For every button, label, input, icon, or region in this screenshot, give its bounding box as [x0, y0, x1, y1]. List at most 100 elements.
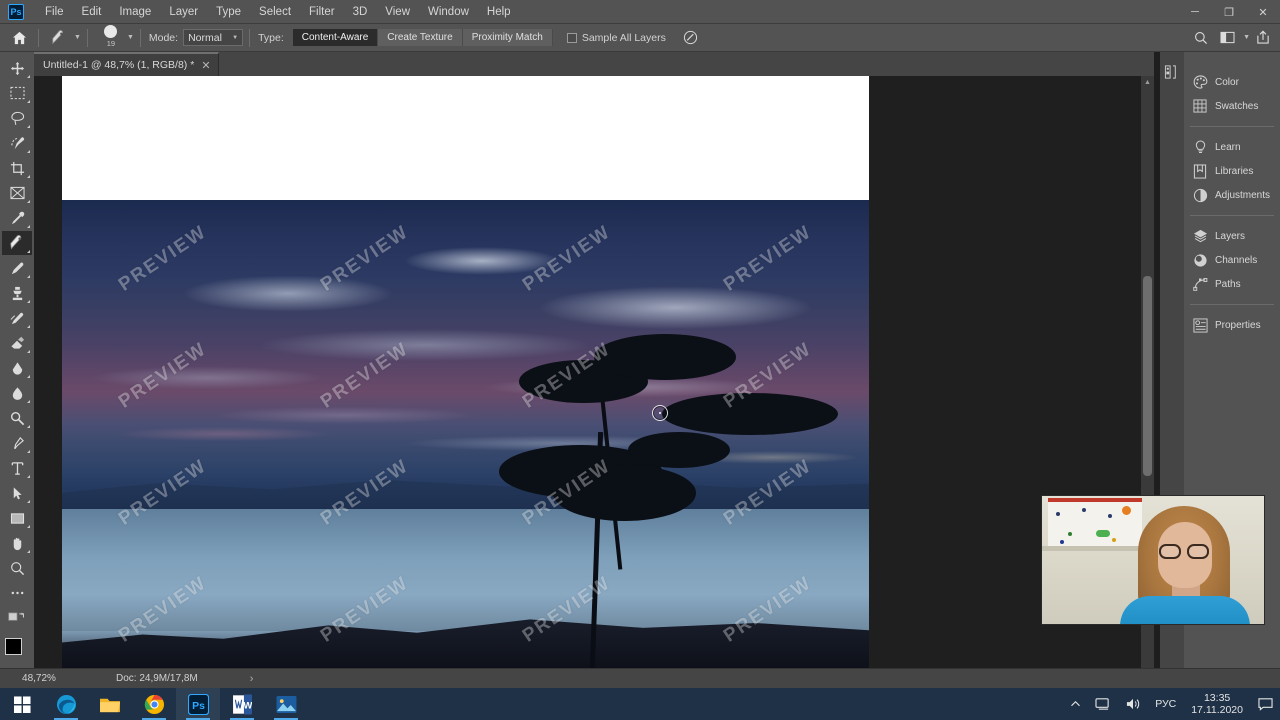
panel-layers[interactable]: Layers — [1184, 224, 1280, 248]
menu-help[interactable]: Help — [478, 2, 520, 22]
menu-file[interactable]: File — [36, 2, 73, 22]
notification-icon[interactable] — [1251, 697, 1280, 711]
sample-all-layers-checkbox[interactable]: Sample All Layers — [566, 32, 666, 44]
swatches-panel-icon — [1192, 98, 1208, 114]
document-image[interactable]: PREVIEW PREVIEW PREVIEW PREVIEW PREVIEW … — [62, 200, 869, 668]
window-controls: ─ ❐ ✕ — [1178, 0, 1280, 24]
panel-learn[interactable]: Learn — [1184, 135, 1280, 159]
panel-adjustments[interactable]: Adjustments — [1184, 183, 1280, 207]
pressure-for-size-icon[interactable] — [678, 27, 704, 49]
menu-select[interactable]: Select — [250, 2, 300, 22]
menu-type[interactable]: Type — [207, 2, 250, 22]
close-icon[interactable]: ✕ — [201, 59, 210, 72]
type-tool[interactable] — [2, 456, 32, 480]
minimize-button[interactable]: ─ — [1178, 0, 1212, 24]
menu-filter[interactable]: Filter — [300, 2, 344, 22]
webcam-person-shirt — [1120, 596, 1250, 624]
scroll-up-icon[interactable]: ▲ — [1141, 76, 1154, 88]
panel-paths[interactable]: Paths — [1184, 272, 1280, 296]
tool-more-corner-icon — [27, 75, 30, 78]
type-proximity-match-button[interactable]: Proximity Match — [462, 29, 553, 46]
color-swatches[interactable] — [3, 637, 31, 665]
eyedropper-tool[interactable] — [2, 206, 32, 230]
spot-healing-brush-tool[interactable] — [2, 231, 32, 255]
zoom-level[interactable]: 48,72% — [0, 673, 78, 684]
volume-icon[interactable] — [1118, 697, 1148, 711]
menu-layer[interactable]: Layer — [160, 2, 207, 22]
start-button[interactable] — [0, 688, 44, 720]
layers-panel-icon — [1192, 228, 1208, 244]
taskbar-file-explorer[interactable] — [88, 688, 132, 720]
menu-edit[interactable]: Edit — [73, 2, 111, 22]
menu-view[interactable]: View — [376, 2, 419, 22]
quick-mask-toggle[interactable] — [2, 606, 32, 630]
blur-tool[interactable] — [2, 381, 32, 405]
language-indicator[interactable]: РУС — [1148, 698, 1183, 710]
rectangular-marquee-tool[interactable] — [2, 81, 32, 105]
canvas-area[interactable]: PREVIEW PREVIEW PREVIEW PREVIEW PREVIEW … — [34, 76, 1154, 668]
share-icon[interactable] — [1250, 27, 1276, 49]
network-icon[interactable] — [1088, 697, 1118, 711]
collapsed-panel-icon[interactable] — [1164, 64, 1180, 85]
menu-image[interactable]: Image — [110, 2, 160, 22]
document-tab[interactable]: Untitled-1 @ 48,7% (1, RGB/8) * ✕ — [34, 52, 219, 76]
chevron-up-icon[interactable] — [1063, 700, 1088, 708]
rectangle-tool[interactable] — [2, 506, 32, 530]
foreground-color-swatch[interactable] — [5, 638, 22, 655]
spot-healing-brush-icon[interactable] — [45, 27, 71, 49]
pen-tool[interactable] — [2, 431, 32, 455]
taskbar-photoshop[interactable]: Ps — [176, 688, 220, 720]
menu-3d[interactable]: 3D — [344, 2, 377, 22]
search-icon[interactable] — [1188, 27, 1214, 49]
vertical-scroll-thumb[interactable] — [1143, 276, 1152, 476]
panel-color[interactable]: Color — [1184, 70, 1280, 94]
frame-tool[interactable] — [2, 181, 32, 205]
brush-size-picker[interactable]: 19 — [98, 25, 124, 48]
panel-properties[interactable]: Properties — [1184, 313, 1280, 337]
tool-preset-chevron-down-icon[interactable]: ▼ — [74, 34, 81, 41]
taskbar-edge[interactable] — [44, 688, 88, 720]
hand-tool[interactable] — [2, 531, 32, 555]
home-icon[interactable] — [6, 27, 32, 49]
panel-swatches-label: Swatches — [1215, 100, 1259, 112]
tool-more-corner-icon — [27, 450, 30, 453]
path-selection-tool[interactable] — [2, 481, 32, 505]
system-tray: РУС 13:35 17.11.2020 — [1063, 688, 1280, 720]
workspace-chevron-down-icon[interactable]: ▼ — [1243, 34, 1250, 41]
panel-channels[interactable]: Channels — [1184, 248, 1280, 272]
panel-swatches[interactable]: Swatches — [1184, 94, 1280, 118]
taskbar-word[interactable]: W — [220, 688, 264, 720]
dodge-tool[interactable] — [2, 406, 32, 430]
close-button[interactable]: ✕ — [1246, 0, 1280, 24]
maximize-button[interactable]: ❐ — [1212, 0, 1246, 24]
arrange-documents-icon[interactable] — [1214, 27, 1240, 49]
panel-paths-label: Paths — [1215, 278, 1241, 290]
edit-toolbar-button[interactable] — [2, 581, 32, 605]
history-brush-tool[interactable] — [2, 306, 32, 330]
lasso-tool[interactable] — [2, 106, 32, 130]
panel-libraries[interactable]: Libraries — [1184, 159, 1280, 183]
clock[interactable]: 13:35 17.11.2020 — [1183, 692, 1251, 716]
type-content-aware-button[interactable]: Content-Aware — [292, 29, 379, 46]
zoom-tool[interactable] — [2, 556, 32, 580]
brush-chevron-down-icon[interactable]: ▼ — [127, 34, 134, 41]
move-tool[interactable] — [2, 56, 32, 80]
crop-tool[interactable] — [2, 156, 32, 180]
status-expand-icon[interactable]: › — [250, 673, 254, 685]
eraser-tool[interactable] — [2, 331, 32, 355]
tree-canopy — [593, 333, 737, 380]
tool-more-corner-icon — [27, 475, 30, 478]
menu-window[interactable]: Window — [419, 2, 478, 22]
clone-stamp-tool[interactable] — [2, 281, 32, 305]
dock-divider — [1190, 215, 1274, 216]
type-create-texture-button[interactable]: Create Texture — [378, 29, 463, 46]
taskbar-chrome[interactable] — [132, 688, 176, 720]
mode-select[interactable]: Normal ▼ — [183, 29, 244, 46]
brush-tool[interactable] — [2, 256, 32, 280]
object-selection-tool[interactable] — [2, 131, 32, 155]
taskbar-photos[interactable] — [264, 688, 308, 720]
glasses-right-lens — [1187, 544, 1209, 559]
gradient-tool[interactable] — [2, 356, 32, 380]
artboard[interactable]: PREVIEW PREVIEW PREVIEW PREVIEW PREVIEW … — [62, 76, 869, 668]
webcam-poster — [1048, 498, 1142, 546]
